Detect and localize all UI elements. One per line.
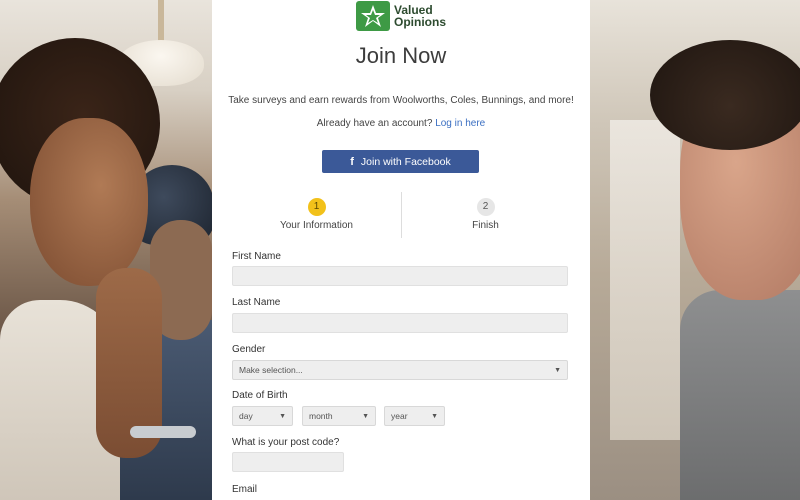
dob-day-value: day	[239, 411, 253, 421]
bracelet	[130, 426, 196, 438]
brand-logo[interactable]: Valued Opinions	[356, 0, 446, 32]
chevron-down-icon: ▼	[362, 412, 369, 420]
man-hair	[650, 40, 800, 150]
first-name-label: First Name	[232, 251, 281, 262]
chevron-down-icon: ▼	[554, 366, 561, 374]
man-shirt	[680, 290, 800, 500]
last-name-label: Last Name	[232, 297, 281, 308]
chevron-down-icon: ▼	[279, 412, 286, 420]
facebook-join-label: Join with Facebook	[360, 155, 451, 168]
account-prompt: Already have an account? Log in here	[212, 118, 590, 129]
woman-face	[30, 118, 148, 286]
first-name-input[interactable]	[232, 266, 568, 286]
star-logo-icon	[356, 1, 390, 31]
step-finish: 2 Finish	[401, 190, 570, 231]
shelf	[610, 120, 680, 440]
account-prompt-text: Already have an account?	[316, 118, 433, 129]
dob-year-value: year	[391, 411, 408, 421]
tagline: Take surveys and earn rewards from Woolw…	[228, 95, 574, 106]
step-1-number: 1	[307, 198, 326, 216]
step-2-number: 2	[476, 198, 495, 216]
background-photo-right	[590, 0, 800, 500]
progress-steps: 1 Your Information 2 Finish	[232, 190, 570, 242]
post-code-label: What is your post code?	[232, 437, 340, 448]
brand-name: Valued Opinions	[394, 4, 446, 28]
step-your-information: 1 Your Information	[232, 190, 401, 231]
page-title: Join Now	[355, 43, 447, 68]
dob-day-select[interactable]: day ▼	[232, 406, 293, 426]
facebook-icon: f	[350, 155, 354, 168]
signup-panel: Valued Opinions Join Now Take surveys an…	[212, 0, 590, 500]
dob-month-select[interactable]: month ▼	[302, 406, 376, 426]
facebook-join-button[interactable]: f Join with Facebook	[322, 150, 479, 173]
login-link[interactable]: Log in here	[435, 118, 485, 129]
dob-month-value: month	[309, 411, 333, 421]
email-label: Email	[232, 484, 258, 495]
dob-year-select[interactable]: year ▼	[384, 406, 445, 426]
step-1-label: Your Information	[279, 220, 353, 231]
chevron-down-icon: ▼	[431, 412, 438, 420]
last-name-input[interactable]	[232, 313, 568, 333]
post-code-input[interactable]	[232, 452, 344, 472]
dob-label: Date of Birth	[232, 390, 288, 401]
step-2-label: Finish	[472, 220, 499, 231]
gender-select[interactable]: Make selection... ▼	[232, 360, 568, 380]
background-photo-left	[0, 0, 214, 500]
lamp-stem	[158, 0, 164, 42]
gender-label: Gender	[232, 344, 266, 355]
gender-selected: Make selection...	[239, 365, 303, 375]
brand-name-line2: Opinions	[394, 15, 446, 29]
